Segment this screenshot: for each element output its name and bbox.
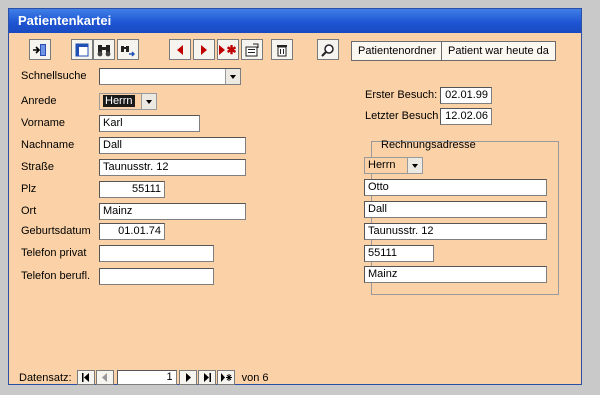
delete-record-button[interactable] — [271, 39, 293, 60]
window-title: Patientenkartei — [9, 9, 581, 33]
nachname-label: Nachname — [21, 139, 75, 151]
anrede-label: Anrede — [21, 95, 57, 107]
erster-besuch-field[interactable]: 02.01.99 — [440, 87, 492, 104]
strasse-field[interactable]: Taunusstr. 12 — [99, 159, 246, 176]
first-record-button[interactable] — [76, 370, 95, 385]
new-record-arrow-icon — [219, 44, 226, 55]
chevron-down-icon — [230, 74, 236, 79]
exit-door-icon — [33, 43, 46, 56]
trash-icon — [277, 44, 287, 56]
record-number-field[interactable]: 1 — [116, 370, 177, 385]
anrede-dropdown-button[interactable] — [141, 94, 156, 109]
next-record-nav-button[interactable] — [178, 370, 197, 385]
anrede-value: Herrn — [103, 95, 135, 107]
form-view-icon — [75, 43, 89, 56]
anrede-combo[interactable]: Herrn — [99, 93, 157, 110]
telefon-beruf-label: Telefon berufl. — [21, 270, 91, 282]
next-record-button[interactable] — [193, 39, 215, 60]
rechnung-anrede-dropdown-button[interactable] — [407, 158, 422, 173]
geburtsdatum-label: Geburtsdatum — [21, 225, 91, 237]
ort-label: Ort — [21, 205, 37, 217]
patient-was-here-button[interactable]: Patient war heute da — [441, 41, 556, 61]
geburtsdatum-field[interactable]: 01.01.74 — [99, 223, 165, 240]
rechnung-vorname-field[interactable]: Otto — [364, 179, 547, 196]
telefon-beruf-field[interactable] — [99, 268, 214, 285]
binoculars-icon — [97, 44, 111, 56]
open-form-button[interactable] — [71, 39, 93, 60]
chevron-down-icon — [146, 99, 152, 104]
rechnung-ort-field[interactable]: Mainz — [364, 266, 547, 283]
vorname-field[interactable]: Karl — [99, 115, 200, 132]
last-record-icon — [203, 373, 211, 382]
schnellsuche-combo[interactable] — [99, 68, 241, 85]
find-replace-icon — [121, 45, 135, 56]
close-form-button[interactable] — [29, 39, 51, 60]
schnellsuche-dropdown-button[interactable] — [225, 69, 240, 84]
next-record-icon — [185, 373, 191, 382]
arrow-right-icon — [201, 44, 207, 55]
new-record-nav-button[interactable] — [216, 370, 235, 385]
rechnung-anrede-value: Herrn — [368, 159, 396, 171]
arrow-left-icon — [177, 44, 183, 55]
asterisk-icon: ✱ — [226, 42, 237, 57]
plz-label: Plz — [21, 183, 37, 195]
patient-folder-button[interactable]: Patientenordner — [351, 41, 444, 61]
new-record-button[interactable]: ✱ — [217, 39, 239, 60]
rechnung-plz-field[interactable]: 55111 — [364, 245, 434, 262]
magnifier-icon — [321, 43, 334, 57]
plz-field[interactable]: 55111 — [99, 181, 165, 198]
search-button[interactable] — [317, 39, 339, 60]
patient-form-window: Patientenkartei ✱ Patientenordner Patien… — [8, 8, 582, 385]
first-record-icon — [81, 373, 89, 382]
replace-button[interactable] — [117, 39, 139, 60]
find-button[interactable] — [93, 39, 115, 60]
new-record-nav-icon — [220, 373, 232, 382]
prev-record-button[interactable] — [95, 370, 114, 385]
properties-button[interactable] — [241, 39, 263, 60]
telefon-privat-label: Telefon privat — [21, 247, 87, 259]
ort-field[interactable]: Mainz — [99, 203, 246, 220]
prev-record-icon — [101, 373, 107, 382]
rechnung-anrede-combo[interactable]: Herrn — [364, 157, 423, 174]
letzter-besuch-field[interactable]: 12.02.06 — [440, 108, 492, 125]
record-total-label: von 6 — [241, 371, 269, 384]
erster-besuch-label: Erster Besuch: — [365, 89, 438, 101]
rechnung-strasse-field[interactable]: Taunusstr. 12 — [364, 223, 547, 240]
record-navigator: Datensatz: 1 von 6 — [19, 369, 269, 386]
schnellsuche-label: Schnellsuche — [21, 70, 87, 82]
previous-record-button[interactable] — [169, 39, 191, 60]
chevron-down-icon — [412, 163, 418, 168]
strasse-label: Straße — [21, 161, 55, 173]
vorname-label: Vorname — [21, 117, 66, 129]
telefon-privat-field[interactable] — [99, 245, 214, 262]
last-record-button[interactable] — [197, 370, 216, 385]
properties-icon — [245, 43, 259, 56]
rechnung-nachname-field[interactable]: Dall — [364, 201, 547, 218]
datensatz-label: Datensatz: — [19, 371, 72, 384]
nachname-field[interactable]: Dall — [99, 137, 246, 154]
letzter-besuch-label: Letzter Besuch — [365, 110, 439, 122]
rechnungsadresse-title: Rechnungsadresse — [381, 139, 476, 151]
